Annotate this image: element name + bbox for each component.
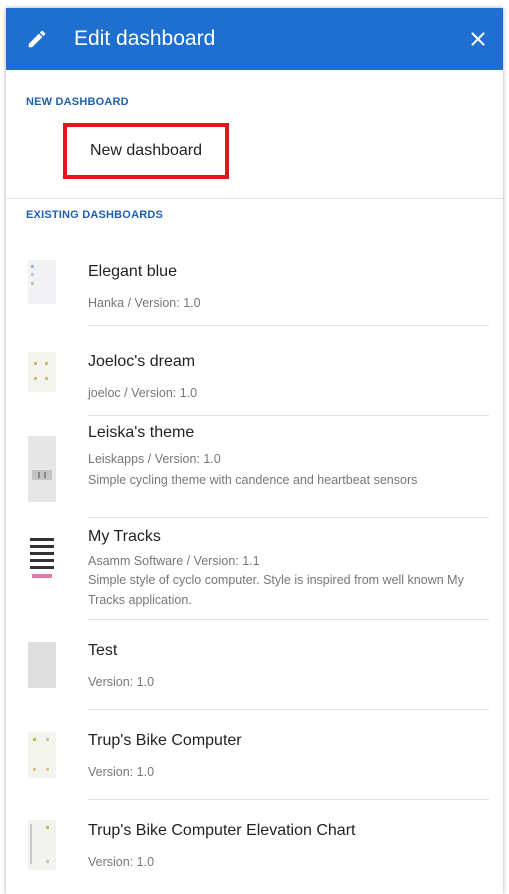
dashboard-thumbnail [28, 732, 56, 778]
new-dashboard-row[interactable]: New dashboard [6, 120, 503, 198]
dashboard-thumbnail [28, 260, 56, 304]
existing-dashboards-section-title: EXISTING DASHBOARDS [26, 209, 164, 221]
dashboard-item-joelocs-dream[interactable]: Joeloc's dream joeloc / Version: 1.0 [6, 326, 503, 416]
edit-dashboard-dialog: Edit dashboard NEW DASHBOARD New dashboa… [6, 8, 503, 894]
dashboard-meta: Version: 1.0 [88, 675, 155, 689]
dashboard-item-elegant-blue[interactable]: Elegant blue Hanka / Version: 1.0 [6, 236, 503, 326]
pencil-icon [28, 30, 46, 48]
dashboard-description: Simple cycling theme with candence and h… [88, 473, 418, 487]
dashboard-meta: Hanka / Version: 1.0 [88, 296, 201, 310]
dashboard-thumbnail [28, 642, 56, 688]
dashboard-name: Test [88, 642, 118, 659]
dashboard-meta: Version: 1.0 [88, 855, 155, 869]
dashboard-name: My Tracks [88, 528, 161, 545]
dashboard-thumbnail [28, 536, 56, 582]
dashboard-meta: Version: 1.0 [88, 765, 155, 779]
dashboard-meta: Asamm Software / Version: 1.1 [88, 554, 260, 568]
dialog-title: Edit dashboard [74, 27, 216, 50]
dashboard-meta: joeloc / Version: 1.0 [88, 386, 198, 400]
section-divider [6, 198, 503, 199]
dashboard-item-trups-bike-computer-elevation-chart[interactable]: Trup's Bike Computer Elevation Chart Ver… [6, 800, 503, 890]
dashboard-item-test[interactable]: Test Version: 1.0 [6, 620, 503, 710]
dialog-header: Edit dashboard [6, 8, 503, 70]
existing-dashboards-list: Elegant blue Hanka / Version: 1.0 Joeloc… [6, 236, 503, 890]
dashboard-name: Elegant blue [88, 263, 177, 280]
dashboard-meta: Leiskapps / Version: 1.0 [88, 452, 221, 466]
dashboard-item-my-tracks[interactable]: My Tracks Asamm Software / Version: 1.1 … [6, 518, 503, 620]
dashboard-name: Trup's Bike Computer [88, 732, 242, 749]
dashboard-thumbnail [28, 436, 56, 502]
dashboard-description: Simple style of cyclo computer. Style is… [88, 573, 464, 607]
new-dashboard-section-title: NEW DASHBOARD [26, 96, 129, 108]
dashboard-name: Trup's Bike Computer Elevation Chart [88, 822, 356, 839]
dashboard-thumbnail [28, 820, 56, 870]
new-dashboard-button[interactable]: New dashboard [63, 123, 229, 179]
dashboard-item-trups-bike-computer[interactable]: Trup's Bike Computer Version: 1.0 [6, 710, 503, 800]
dashboard-name: Leiska's theme [88, 424, 195, 441]
dashboard-item-leiskas-theme[interactable]: Leiska's theme Leiskapps / Version: 1.0 … [6, 416, 503, 518]
close-icon[interactable] [467, 28, 489, 50]
dashboard-name: Joeloc's dream [88, 353, 196, 370]
dashboard-thumbnail [28, 352, 56, 392]
